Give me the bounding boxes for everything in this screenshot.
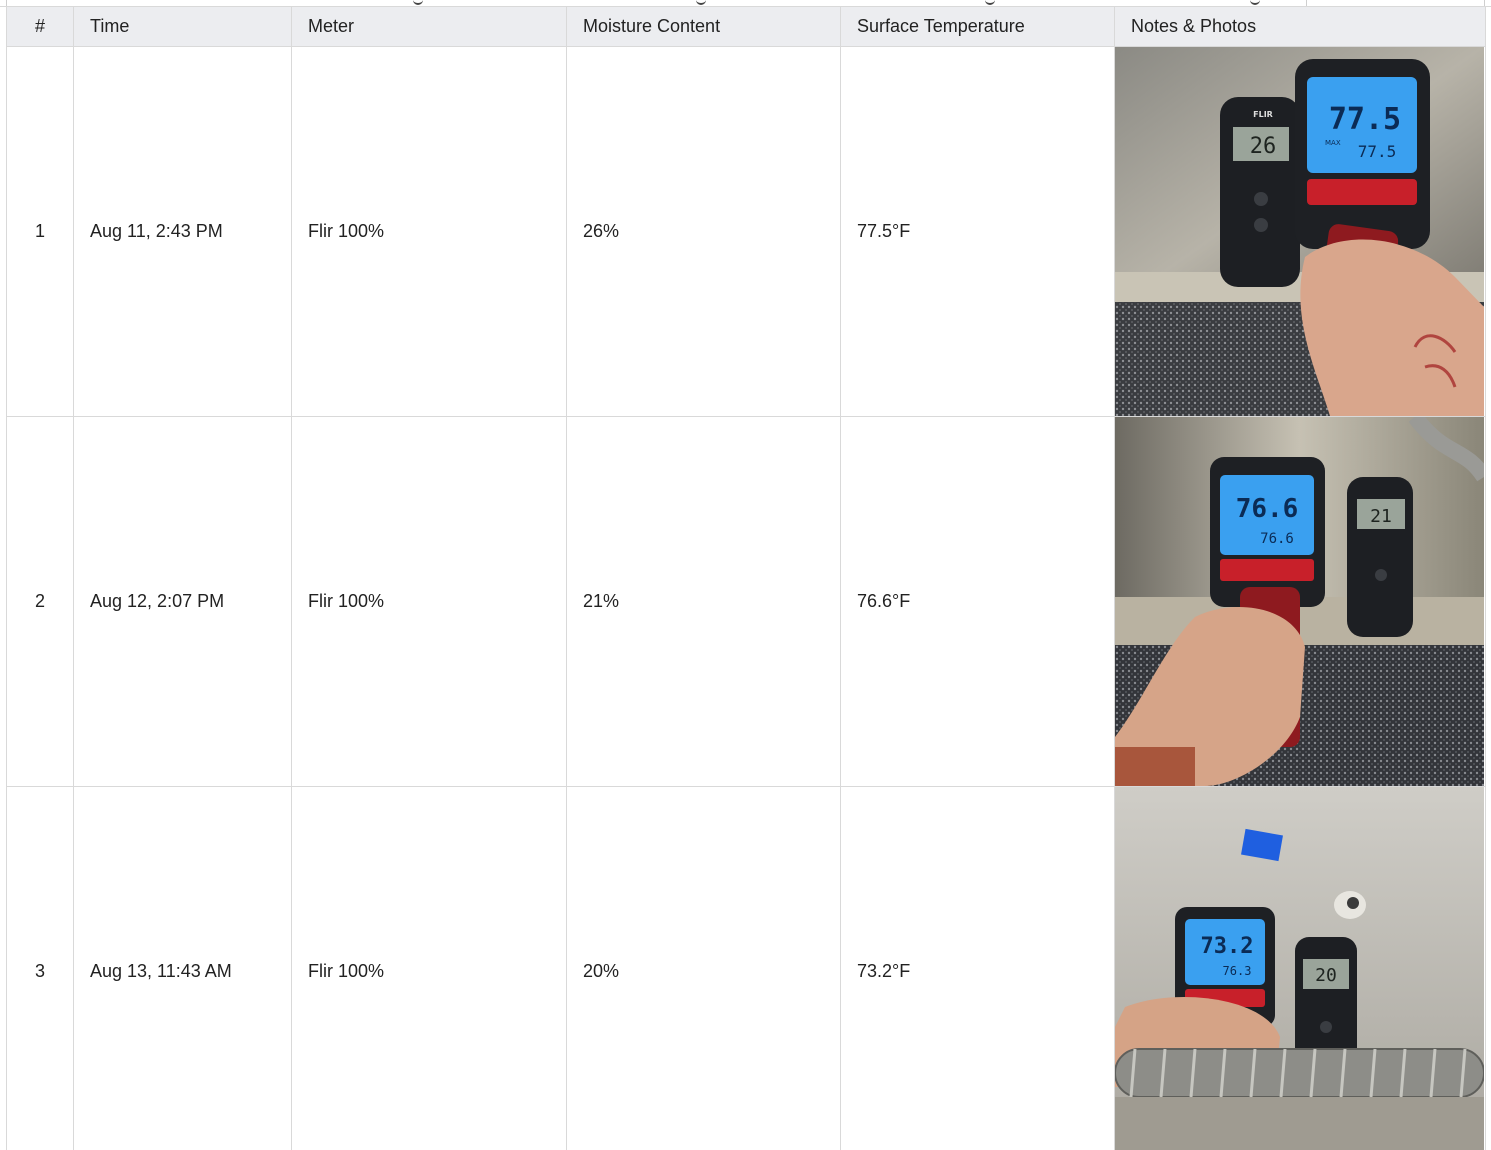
row-photo-cell: 26 FLIR 77.5 77.5 MAX: [1114, 46, 1486, 417]
ir-thermometer-max-label: MAX: [1325, 139, 1341, 147]
photo-meters-icon: 73.2 76.3 20: [1115, 787, 1484, 1150]
photo-meters-icon: 76.6 76.6 21: [1115, 417, 1484, 786]
moisture-meter-display: 26: [1250, 134, 1277, 159]
row-meter: Flir 100%: [291, 786, 567, 1150]
column-header-number: #: [6, 6, 74, 47]
moisture-meter-display: 21: [1370, 506, 1392, 527]
column-header-moisture: Moisture Content: [566, 6, 841, 47]
ir-thermometer-max-value: 76.6: [1260, 531, 1294, 547]
column-header-surface-temperature: Surface Temperature: [840, 6, 1115, 47]
clipped-text-fragment: [985, 0, 995, 5]
row-photo-cell: 73.2 76.3 20: [1114, 786, 1486, 1150]
ir-thermometer-display: 76.6: [1236, 494, 1299, 524]
table-row: 3 Aug 13, 11:43 AM Flir 100% 20% 73.2°F: [6, 786, 1486, 1150]
photo-meters-icon: 26 FLIR 77.5 77.5 MAX: [1115, 47, 1484, 416]
reading-photo[interactable]: 73.2 76.3 20: [1115, 787, 1484, 1150]
row-number: 2: [6, 416, 74, 787]
clipped-text-fragment: [1250, 0, 1260, 5]
row-meter: Flir 100%: [291, 46, 567, 417]
moisture-meter-display: 20: [1315, 965, 1337, 986]
row-surface-temperature: 76.6°F: [840, 416, 1115, 787]
row-meter: Flir 100%: [291, 416, 567, 787]
row-surface-temperature: 73.2°F: [840, 786, 1115, 1150]
moisture-meter-brand: FLIR: [1253, 110, 1273, 119]
table-row: 2 Aug 12, 2:07 PM Flir 100% 21% 76.6°F 7…: [6, 416, 1486, 787]
reading-photo[interactable]: 76.6 76.6 21: [1115, 417, 1484, 786]
row-surface-temperature: 77.5°F: [840, 46, 1115, 417]
row-number: 3: [6, 786, 74, 1150]
row-photo-cell: 76.6 76.6 21: [1114, 416, 1486, 787]
moisture-log-page: # Time Meter Moisture Content Surface Te…: [0, 0, 1491, 1150]
row-time: Aug 11, 2:43 PM: [73, 46, 292, 417]
row-time: Aug 13, 11:43 AM: [73, 786, 292, 1150]
column-header-meter: Meter: [291, 6, 567, 47]
table-header-row: # Time Meter Moisture Content Surface Te…: [6, 6, 1486, 47]
table-row: 1 Aug 11, 2:43 PM Flir 100% 26% 77.5°F 2…: [6, 46, 1486, 417]
row-time: Aug 12, 2:07 PM: [73, 416, 292, 787]
row-moisture: 21%: [566, 416, 841, 787]
ir-thermometer-max-value: 77.5: [1358, 142, 1397, 161]
clipped-text-fragment: [413, 0, 423, 5]
column-header-notes-photos: Notes & Photos: [1114, 6, 1486, 47]
reading-photo[interactable]: 26 FLIR 77.5 77.5 MAX: [1115, 47, 1484, 416]
ir-thermometer-max-value: 76.3: [1223, 964, 1252, 978]
ir-thermometer-display: 77.5: [1329, 102, 1401, 137]
column-header-time: Time: [73, 6, 292, 47]
ir-thermometer-display: 73.2: [1201, 934, 1254, 959]
moisture-readings-table: # Time Meter Moisture Content Surface Te…: [6, 6, 1486, 1150]
row-moisture: 20%: [566, 786, 841, 1150]
row-moisture: 26%: [566, 46, 841, 417]
clipped-text-fragment: [696, 0, 706, 5]
row-number: 1: [6, 46, 74, 417]
